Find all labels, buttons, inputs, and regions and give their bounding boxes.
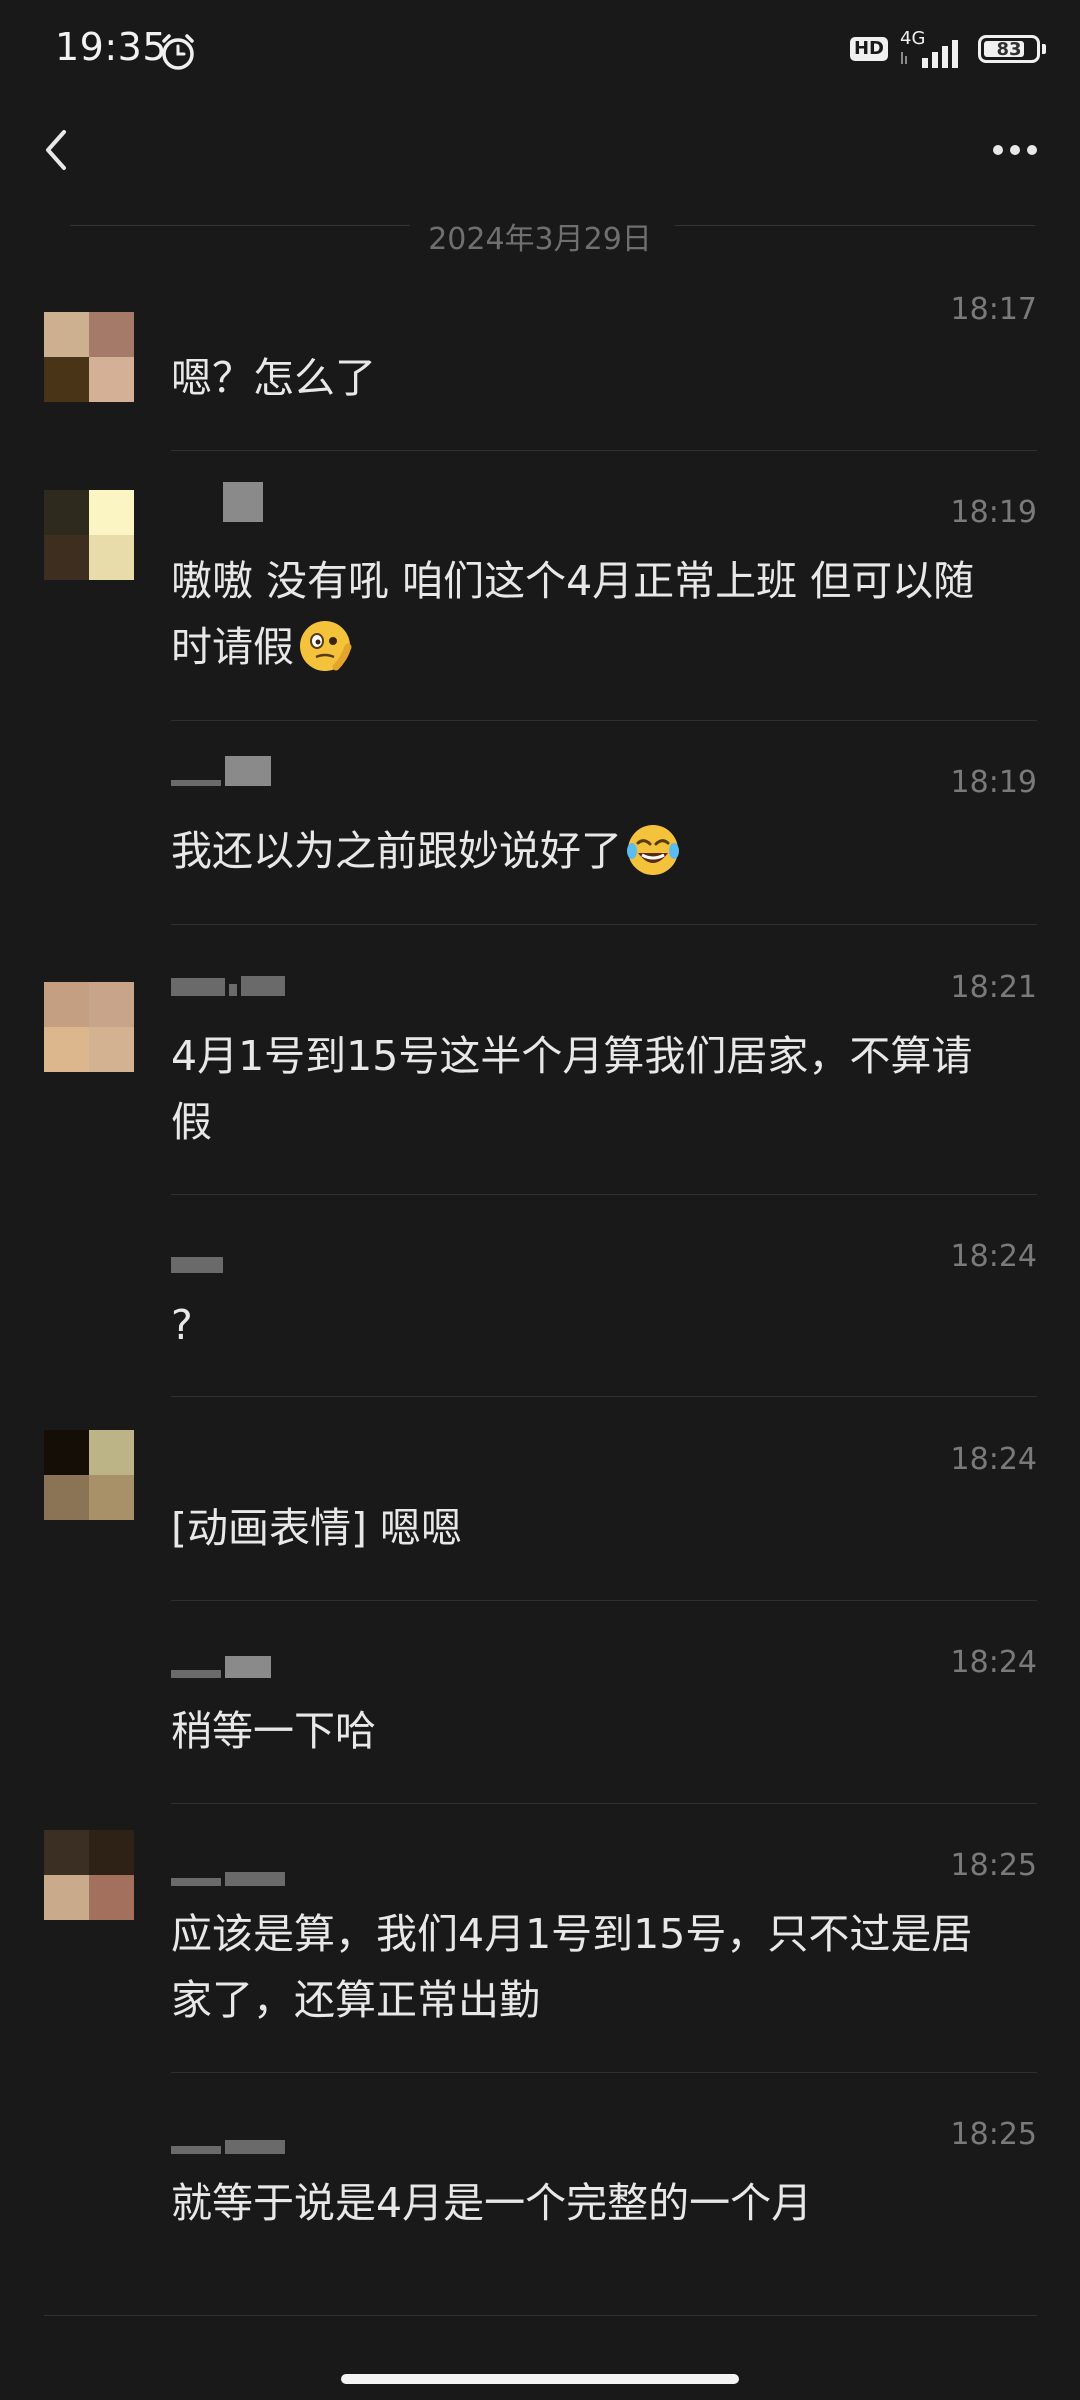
- message-text: ?: [171, 1301, 193, 1349]
- message-text: 4月1号到15号这半个月算我们居家，不算请假: [171, 1032, 973, 1146]
- more-dots-icon[interactable]: [980, 120, 1050, 180]
- avatar[interactable]: [44, 312, 134, 402]
- message-time: 18:19: [950, 765, 1037, 800]
- sender-name: [171, 968, 285, 996]
- message-text: 我还以为之前跟妙说好了: [171, 818, 1011, 884]
- hd-badge: HD: [849, 37, 888, 61]
- battery-level: 83: [996, 38, 1022, 60]
- message-text-content: 我还以为之前跟妙说好了: [171, 827, 622, 875]
- message-time: 18:25: [950, 1848, 1037, 1883]
- message-text: 应该是算，我们4月1号到15号，只不过是居家了，还算正常出勤: [171, 1910, 973, 2024]
- home-indicator[interactable]: [341, 2374, 739, 2384]
- sender-name: [171, 1858, 285, 1886]
- message-text-content: 嗷嗷 没有吼 咱们这个4月正常上班 但可以随时请假: [171, 557, 975, 671]
- battery-icon: 83: [978, 35, 1046, 63]
- avatar[interactable]: [44, 982, 134, 1072]
- message-time: 18:25: [950, 2117, 1037, 2152]
- message-text: 嗷嗷 没有吼 咱们这个4月正常上班 但可以随时请假: [171, 548, 1011, 680]
- sender-name: [171, 1650, 271, 1678]
- laughing-tears-emoji: [627, 825, 679, 875]
- chevron-left-icon[interactable]: [30, 120, 90, 180]
- thinking-face-emoji: [300, 621, 352, 671]
- avatar[interactable]: [44, 490, 134, 580]
- message-time: 18:24: [950, 1442, 1037, 1477]
- sender-name: [171, 1245, 223, 1273]
- message-time: 18:17: [950, 292, 1037, 327]
- nav-bar: [0, 100, 1080, 200]
- message-time: 18:19: [950, 495, 1037, 530]
- avatar[interactable]: [44, 1430, 134, 1520]
- message-text: 就等于说是4月是一个完整的一个月: [171, 2179, 813, 2227]
- avatar[interactable]: [44, 1830, 134, 1920]
- sender-name: [171, 2126, 285, 2154]
- status-bar: 19:35 HD 4G 83: [0, 0, 1080, 100]
- sender-name: [171, 756, 271, 786]
- message-time: 18:21: [950, 970, 1037, 1005]
- message-time: 18:24: [950, 1645, 1037, 1680]
- status-icons: HD 4G 83: [849, 28, 1046, 70]
- message-time: 18:24: [950, 1239, 1037, 1274]
- signal-icon: 4G: [898, 28, 968, 70]
- alarm-clock-icon: [162, 34, 194, 70]
- message-text: 稍等一下哈: [171, 1707, 376, 1755]
- message-text: [动画表情] 嗯嗯: [171, 1504, 463, 1552]
- sender-name: [171, 482, 263, 522]
- date-label: 2024年3月29日: [428, 222, 652, 257]
- message-text: 嗯？怎么了: [171, 354, 376, 402]
- date-divider: 2024年3月29日: [0, 205, 1080, 257]
- status-time: 19:35: [55, 25, 168, 69]
